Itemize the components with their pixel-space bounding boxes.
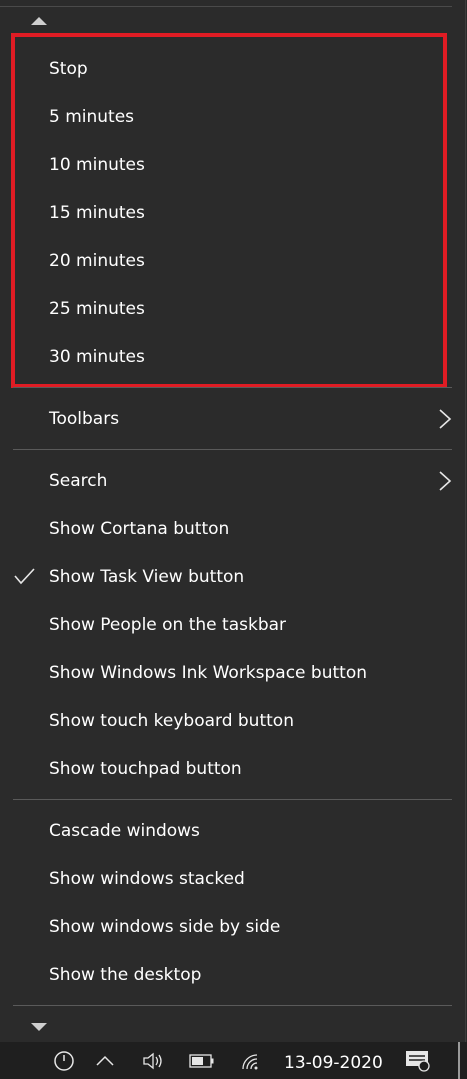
menu-separator xyxy=(13,387,452,388)
menu-item-search[interactable]: Search xyxy=(0,457,452,505)
volume-icon[interactable] xyxy=(140,1042,166,1079)
menu-item-show-task-view[interactable]: Show Task View button xyxy=(0,553,452,601)
menu-item-show-windows-stacked[interactable]: Show windows stacked xyxy=(0,855,452,903)
menu-item-label: Cascade windows xyxy=(49,821,200,841)
menu-item-show-people[interactable]: Show People on the taskbar xyxy=(0,601,452,649)
menu-item-label: 15 minutes xyxy=(49,203,145,223)
notification-icon[interactable] xyxy=(403,1042,433,1079)
menu-item-label: 30 minutes xyxy=(49,347,145,367)
menu-separator xyxy=(13,1005,452,1006)
menu-item-label: Show People on the taskbar xyxy=(49,615,287,635)
taskbar-context-menu: Stop 5 minutes 10 minutes 15 minutes 20 … xyxy=(0,0,466,1042)
battery-icon[interactable] xyxy=(188,1042,216,1079)
menu-item-show-ink-workspace[interactable]: Show Windows Ink Workspace button xyxy=(0,649,452,697)
menu-item-toolbars[interactable]: Toolbars xyxy=(0,395,452,443)
menu-item-label: Show touch keyboard button xyxy=(49,711,294,731)
menu-item-10-minutes[interactable]: 10 minutes xyxy=(0,141,452,189)
menu-item-label: Show touchpad button xyxy=(49,759,242,779)
menu-item-30-minutes[interactable]: 30 minutes xyxy=(0,333,452,381)
chevron-right-icon xyxy=(439,409,452,429)
scroll-up-arrow-icon[interactable] xyxy=(31,17,47,25)
chevron-right-icon xyxy=(439,471,452,491)
chevron-up-icon[interactable] xyxy=(93,1042,117,1079)
menu-item-label: 20 minutes xyxy=(49,251,145,271)
menu-item-label: Show the desktop xyxy=(49,965,202,985)
menu-separator xyxy=(13,799,452,800)
menu-item-25-minutes[interactable]: 25 minutes xyxy=(0,285,452,333)
menu-top-divider xyxy=(0,6,452,7)
menu-item-label: 5 minutes xyxy=(49,107,135,127)
timer-icon[interactable] xyxy=(52,1042,76,1079)
menu-item-label: Stop xyxy=(49,59,88,79)
show-desktop-edge[interactable] xyxy=(458,1042,460,1079)
menu-item-label: Show windows stacked xyxy=(49,869,245,889)
taskbar: 13-09-2020 xyxy=(0,1042,467,1079)
menu-item-stop[interactable]: Stop xyxy=(0,45,452,93)
menu-item-show-cortana[interactable]: Show Cortana button xyxy=(0,505,452,553)
scroll-down-arrow-icon[interactable] xyxy=(31,1023,47,1031)
menu-item-20-minutes[interactable]: 20 minutes xyxy=(0,237,452,285)
menu-item-label: Search xyxy=(49,471,108,491)
menu-item-label: Toolbars xyxy=(49,409,120,429)
menu-item-5-minutes[interactable]: 5 minutes xyxy=(0,93,452,141)
taskbar-date[interactable]: 13-09-2020 xyxy=(284,1053,383,1073)
checkmark-icon xyxy=(14,568,35,585)
menu-item-show-desktop[interactable]: Show the desktop xyxy=(0,951,452,999)
menu-item-label: 10 minutes xyxy=(49,155,145,175)
menu-item-show-touch-keyboard[interactable]: Show touch keyboard button xyxy=(0,697,452,745)
menu-item-label: Show Task View button xyxy=(49,567,245,587)
wifi-icon[interactable] xyxy=(238,1042,264,1079)
menu-item-cascade-windows[interactable]: Cascade windows xyxy=(0,807,452,855)
menu-separator xyxy=(13,449,452,450)
menu-item-label: 25 minutes xyxy=(49,299,145,319)
menu-item-show-touchpad[interactable]: Show touchpad button xyxy=(0,745,452,793)
menu-item-show-windows-side-by-side[interactable]: Show windows side by side xyxy=(0,903,452,951)
menu-item-15-minutes[interactable]: 15 minutes xyxy=(0,189,452,237)
menu-item-label: Show windows side by side xyxy=(49,917,281,937)
menu-item-label: Show Windows Ink Workspace button xyxy=(49,663,367,683)
menu-item-label: Show Cortana button xyxy=(49,519,230,539)
